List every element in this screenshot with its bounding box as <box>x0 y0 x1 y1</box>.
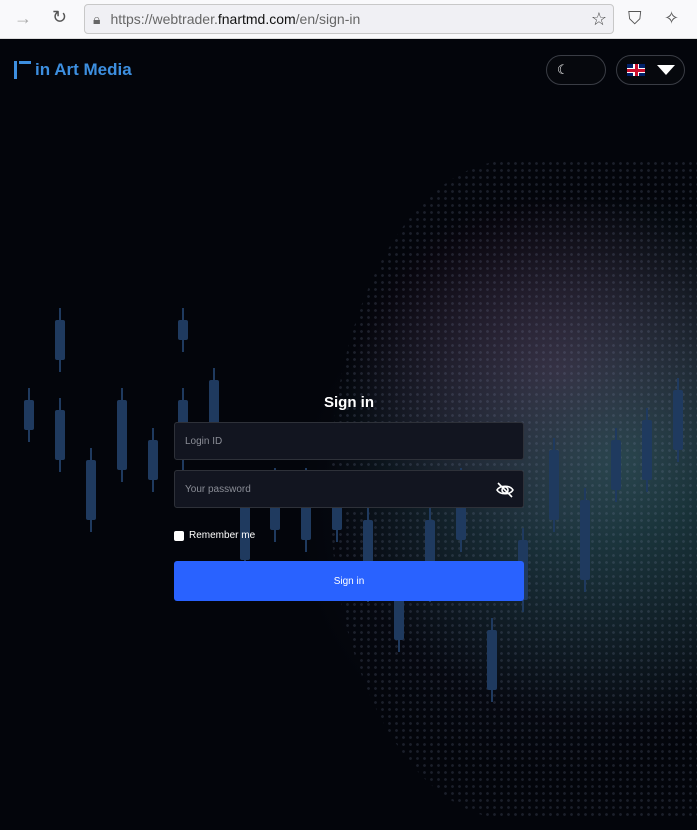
form-title: Sign in <box>324 394 374 411</box>
candle-body <box>148 440 158 480</box>
candle-body <box>549 450 559 520</box>
lock-icon: 🔒︎ <box>93 10 101 27</box>
password-input[interactable] <box>185 483 475 495</box>
language-selector[interactable] <box>616 55 685 85</box>
reload-icon[interactable]: ↻ <box>52 7 67 28</box>
chevron-down-icon <box>657 65 675 75</box>
forward-icon[interactable]: → <box>14 8 32 29</box>
logo-mark-icon <box>14 61 34 79</box>
candle-body <box>487 630 497 690</box>
remember-me-label: Remember me <box>189 530 256 541</box>
theme-toggle[interactable]: ☾ <box>546 55 606 85</box>
browser-toolbar: → ↻ 🔒︎ https://webtrader. fnartmd.com/en/… <box>0 0 697 39</box>
candle-body <box>611 440 621 490</box>
candle-body <box>55 410 65 460</box>
password-field[interactable] <box>174 470 524 508</box>
url-prefix: https://webtrader. <box>110 11 218 27</box>
login-id-field[interactable] <box>174 422 524 460</box>
address-bar[interactable]: 🔒︎ https://webtrader. fnartmd.com/en/sign… <box>84 4 614 34</box>
uk-flag-icon <box>627 64 645 76</box>
extensions-icon[interactable]: ✧ <box>664 8 679 29</box>
candle-body <box>580 500 590 580</box>
sign-in-form: Sign in Remember me Sign in <box>174 394 524 601</box>
url-host: fnartmd.com <box>217 11 296 27</box>
candle-body <box>86 460 96 520</box>
candle-body <box>673 390 683 450</box>
candle-body <box>178 320 188 340</box>
eye-off-icon[interactable] <box>495 480 515 500</box>
logo: in Art Media <box>14 60 132 80</box>
shield-icon[interactable]: ⛉ <box>628 8 642 29</box>
remember-me[interactable]: Remember me <box>174 530 524 541</box>
sign-in-button[interactable]: Sign in <box>174 561 524 601</box>
candle-body <box>642 420 652 480</box>
bookmark-star-icon[interactable]: ☆ <box>591 9 607 30</box>
url-path: /en/sign-in <box>295 11 361 27</box>
remember-me-checkbox[interactable] <box>174 530 184 541</box>
candle-body <box>55 320 65 360</box>
login-id-input[interactable] <box>185 435 475 447</box>
moon-icon: ☾ <box>557 62 569 77</box>
candle-body <box>24 400 34 430</box>
candle-body <box>117 400 127 470</box>
sign-in-page: in Art Media ☾ Sign in Remember me Sign … <box>0 40 697 830</box>
logo-text: in Art Media <box>35 60 132 79</box>
